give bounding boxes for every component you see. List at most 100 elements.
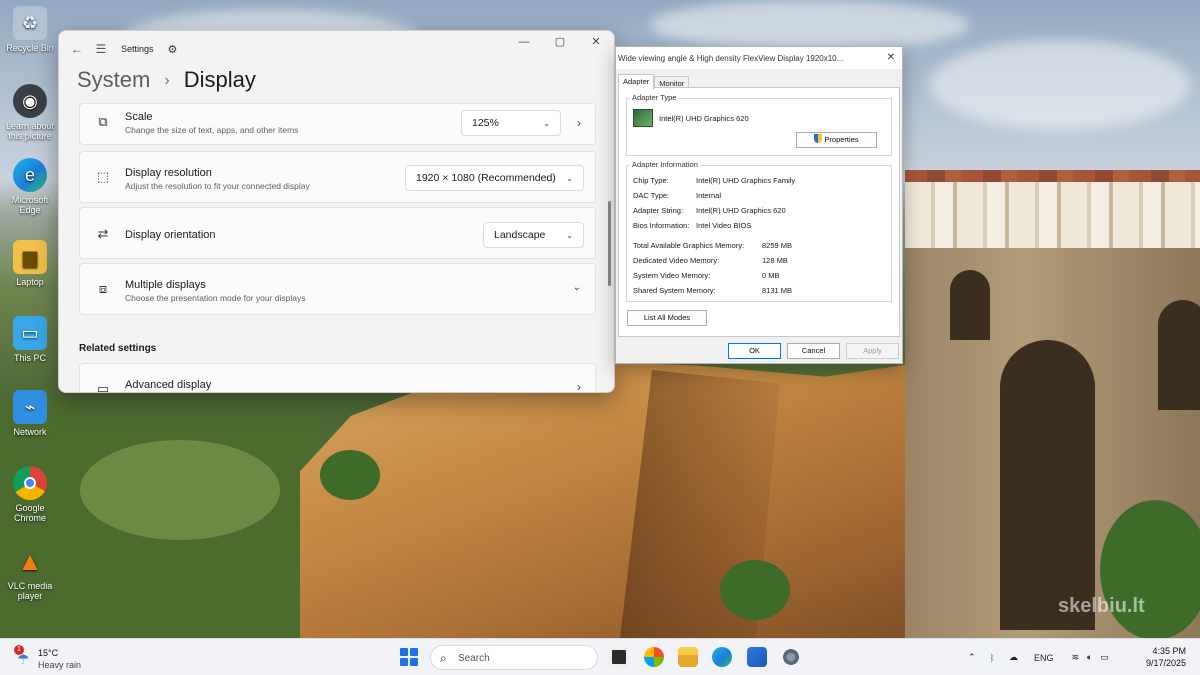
desktop-icon-recycle-bin[interactable]: ♻ Recycle Bin — [2, 6, 58, 53]
clock[interactable]: 4:35 PM 9/17/2025 — [1146, 645, 1186, 669]
page-title: Display — [183, 67, 256, 92]
settings-gear-icon[interactable] — [781, 647, 801, 667]
orientation-dropdown[interactable]: Landscape ⌄ — [483, 222, 584, 248]
adapter-properties-dialog: Wide viewing angle & High density FlexVi… — [615, 46, 903, 364]
maximize-button[interactable]: ▢ — [542, 31, 578, 53]
fields — [80, 440, 280, 540]
desktop-icon-vlc[interactable]: ▲ VLC media player — [2, 544, 58, 601]
close-button[interactable]: ✕ — [578, 31, 614, 53]
scrollbar[interactable] — [608, 201, 611, 286]
bluetooth-icon[interactable]: ᛒ — [990, 653, 995, 663]
task-view-icon[interactable] — [609, 647, 629, 667]
desktop-icon-label: Recycle Bin — [6, 43, 54, 53]
breadcrumb-system[interactable]: System — [77, 67, 150, 92]
advanced-display-row[interactable]: ▭ Advanced display › — [79, 363, 596, 393]
search-icon: ⌕ — [440, 651, 447, 665]
properties-button-label: Properties — [824, 135, 859, 144]
properties-button[interactable]: Properties — [796, 132, 877, 148]
desktop-icon-learn-picture[interactable]: ◉ Learn about this picture — [2, 84, 58, 141]
taskbar-search[interactable]: ⌕ Search — [430, 645, 598, 670]
desktop-icon-laptop[interactable]: ▆ Laptop — [2, 240, 58, 287]
chevron-right-icon[interactable]: › — [577, 380, 581, 392]
store-icon[interactable] — [747, 647, 767, 667]
weather-widget[interactable]: ☂ 1 15°C Heavy rain — [14, 643, 104, 673]
desktop-icon-label: This PC — [13, 353, 46, 363]
network-icon: ⌁ — [13, 390, 47, 424]
cancel-button[interactable]: Cancel — [787, 343, 840, 359]
shield-icon — [814, 134, 823, 143]
multiple-displays-icon: ⧈ — [98, 281, 108, 296]
cloud-icon[interactable]: ☁ — [1009, 652, 1018, 663]
system-tray: ⌃ ᛒ ☁ ENG ≋ 🔈︎ ▭ — [968, 639, 1109, 675]
apply-button[interactable]: Apply — [846, 343, 899, 359]
breadcrumb: System › Display — [77, 67, 256, 93]
display-orientation-row: ⇄ Display orientation Landscape ⌄ — [79, 207, 596, 259]
memory-key: Shared System Memory: — [633, 286, 716, 295]
settings-app-title: Settings — [121, 44, 154, 54]
dialog-title: Wide viewing angle & High density FlexVi… — [616, 47, 902, 69]
ok-button[interactable]: OK — [728, 343, 781, 359]
multiple-displays-subtitle: Choose the presentation mode for your di… — [125, 293, 306, 303]
adapter-tab-panel: Adapter Type Intel(R) UHD Graphics 620 P… — [618, 87, 900, 337]
cloud — [650, 0, 970, 50]
monitor-icon: ▭ — [96, 381, 110, 393]
back-arrow-icon[interactable]: ← — [65, 42, 89, 56]
windows-logo-tile — [400, 657, 409, 666]
tab-adapter[interactable]: Adapter — [618, 74, 655, 90]
chevron-up-icon[interactable]: ⌃ — [968, 652, 976, 663]
recycle-bin-icon: ♻ — [13, 6, 47, 40]
copilot-icon[interactable] — [644, 647, 664, 667]
language-indicator[interactable]: ENG — [1034, 653, 1054, 663]
related-settings-heading: Related settings — [79, 343, 157, 354]
clock-date: 9/17/2025 — [1145, 658, 1186, 668]
wifi-icon[interactable]: ≋ — [1071, 652, 1079, 663]
adapter-type-label: Adapter Type — [630, 93, 679, 102]
desktop-icon-network[interactable]: ⌁ Network — [2, 390, 58, 437]
multiple-displays-row[interactable]: ⧈ Multiple displays Choose the presentat… — [79, 263, 596, 315]
cliff — [300, 360, 940, 638]
chevron-down-icon[interactable]: ⌄ — [573, 282, 581, 293]
minimize-button[interactable]: — — [506, 31, 542, 53]
bridge-arch — [1158, 300, 1200, 410]
scale-row[interactable]: ⧉ Scale Change the size of text, apps, a… — [79, 103, 596, 145]
edge-icon[interactable] — [712, 647, 732, 667]
chevron-down-icon: ⌄ — [566, 173, 573, 183]
memory-value: 8259 MB — [762, 241, 793, 250]
desktop-icon-label: Learn about this picture — [5, 121, 55, 141]
info-value: Intel(R) UHD Graphics Family — [696, 176, 796, 185]
list-all-modes-button[interactable]: List All Modes — [627, 310, 707, 326]
battery-icon[interactable]: ▭ — [1100, 652, 1109, 663]
desktop-icon-label: Microsoft Edge — [11, 195, 49, 215]
graphics-card-icon — [633, 109, 653, 127]
settings-window: ← ☰ Settings ⚙ — ▢ ✕ System › Display ⧉ Sc… — [58, 30, 615, 393]
scale-title: Scale — [125, 111, 153, 123]
desktop-icon-edge[interactable]: e Microsoft Edge — [2, 158, 58, 215]
breadcrumb-separator: › — [164, 72, 170, 89]
resolution-dropdown[interactable]: 1920 × 1080 (Recommended) ⌄ — [405, 165, 584, 191]
advanced-display-title: Advanced display — [125, 379, 212, 391]
menu-icon[interactable]: ☰ — [89, 42, 113, 56]
roofs — [905, 170, 1200, 182]
scale-dropdown[interactable]: 125% ⌄ — [461, 110, 561, 136]
info-key: Bios Information: — [633, 221, 690, 230]
bush — [720, 560, 790, 620]
windows-logo-tile — [400, 648, 409, 657]
chevron-right-icon[interactable]: › — [577, 116, 581, 130]
volume-icon[interactable]: 🔈︎ — [1087, 652, 1092, 663]
memory-key: System Video Memory: — [633, 271, 711, 280]
memory-value: 8131 MB — [762, 286, 793, 295]
desktop-icon-this-pc[interactable]: ▭ This PC — [2, 316, 58, 363]
file-explorer-icon[interactable] — [678, 647, 698, 667]
orientation-icon: ⇄ — [97, 226, 109, 241]
close-icon[interactable]: ✕ — [887, 52, 895, 63]
info-key: DAC Type: — [633, 191, 670, 200]
start-button[interactable] — [400, 648, 418, 666]
info-value: Intel Video BIOS — [696, 221, 752, 230]
memory-value: 0 MB — [762, 271, 780, 280]
chevron-down-icon: ⌄ — [543, 118, 550, 128]
desktop-icon-chrome[interactable]: Google Chrome — [2, 466, 58, 523]
display-resolution-row: ⬚ Display resolution Adjust the resoluti… — [79, 151, 596, 203]
clock-time: 4:35 PM — [1152, 646, 1186, 656]
chrome-icon — [13, 466, 47, 500]
info-key: Chip Type: — [633, 176, 669, 185]
